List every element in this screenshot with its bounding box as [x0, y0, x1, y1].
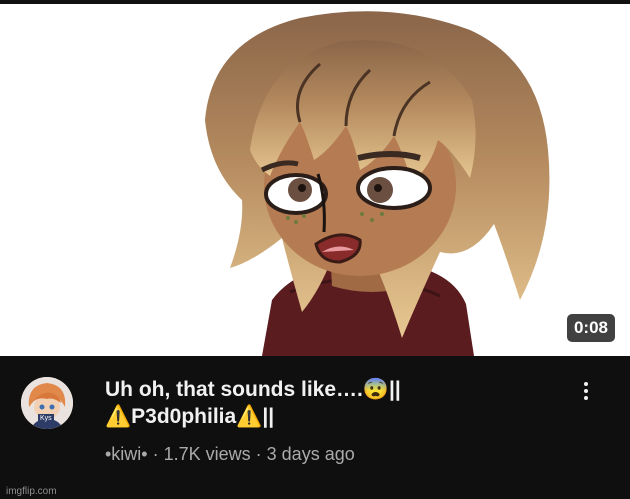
view-count: 1.7K views [163, 444, 251, 464]
more-options-icon[interactable] [576, 380, 596, 404]
upload-age: 3 days ago [266, 444, 355, 464]
duration-badge: 0:08 [566, 314, 615, 342]
channel-avatar[interactable]: Kys [21, 377, 73, 429]
meta-separator: · [250, 444, 267, 464]
meta-separator: · [147, 444, 164, 464]
menu-dot [584, 389, 588, 393]
video-thumbnail[interactable]: 0:08 [0, 0, 630, 356]
channel-name[interactable]: •kiwi• [105, 444, 148, 464]
video-title-line-2: ⚠️P3d0philia⚠️|| [105, 405, 275, 428]
avatar-tag: Kys [38, 414, 54, 423]
video-title[interactable]: Uh oh, that sounds like….😨|| ⚠️P3d0phili… [105, 376, 555, 430]
video-title-line-1: Uh oh, that sounds like….😨|| [105, 378, 401, 401]
video-info-row: Kys Uh oh, that sounds like….😨|| ⚠️P3d0p… [0, 356, 630, 499]
video-metadata: •kiwi• · 1.7K views · 3 days ago [105, 443, 355, 465]
imgflip-watermark: imgflip.com [6, 486, 57, 497]
menu-dot [584, 382, 588, 386]
menu-dot [584, 396, 588, 400]
thumbnail-character-art [205, 11, 550, 356]
